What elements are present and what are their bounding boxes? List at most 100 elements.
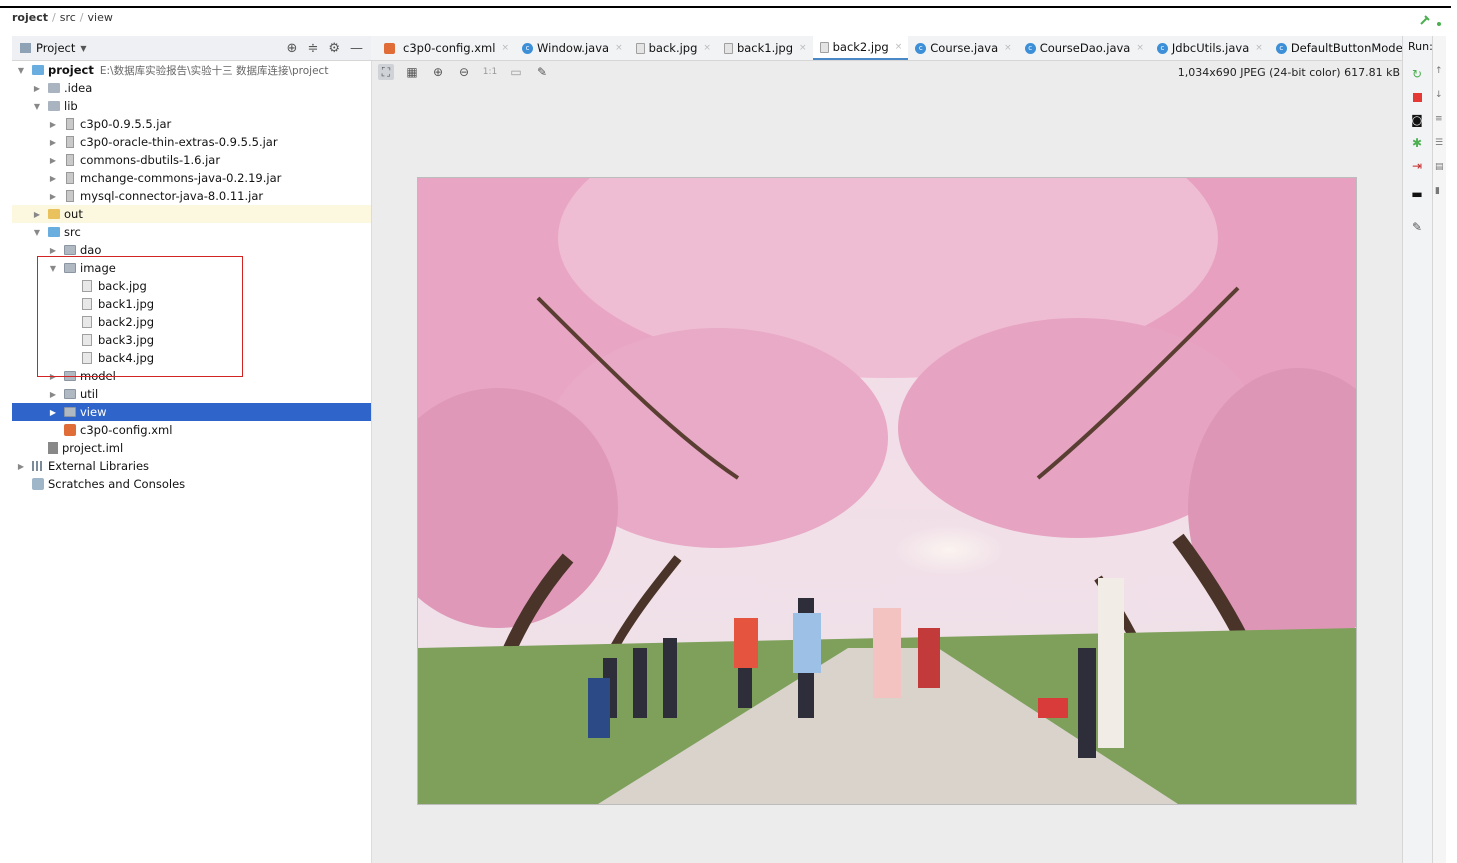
- close-icon[interactable]: ×: [501, 43, 509, 53]
- tree-item-label: c3p0-oracle-thin-extras-0.9.5.5.jar: [80, 135, 278, 149]
- editor-tab[interactable]: c CourseDao.java ×: [1018, 36, 1150, 60]
- close-icon[interactable]: ×: [895, 42, 903, 52]
- tree-item-label: Scratches and Consoles: [48, 477, 186, 491]
- class-icon: c: [1024, 42, 1036, 54]
- chevron-right-icon[interactable]: ▶: [48, 192, 58, 201]
- run-panel: Run: ↻ ◙ ✱ ⇥ ▬ ✎: [1402, 36, 1433, 863]
- tree-item-label: view: [80, 405, 107, 419]
- layout-icon[interactable]: ▬: [1409, 186, 1425, 202]
- up-arrow-icon[interactable]: ↑: [1435, 66, 1444, 76]
- gear-icon[interactable]: ⚙: [328, 41, 340, 56]
- project-tree[interactable]: ▼ project E:\数据库实验报告\实验十三 数据库连接\project ▶ .i…: [12, 61, 372, 863]
- tree-item-label: External Libraries: [48, 459, 150, 473]
- tree-item[interactable]: ▶ mchange-commons-java-0.2.19.jar: [12, 169, 371, 187]
- chevron-right-icon[interactable]: ▶: [48, 408, 58, 417]
- class-icon: c: [915, 42, 927, 54]
- tree-item[interactable]: ▼ project E:\数据库实验报告\实验十三 数据库连接\project: [12, 61, 371, 79]
- print-icon[interactable]: ▤: [1435, 162, 1444, 172]
- annotation-box: [37, 256, 243, 377]
- chevron-right-icon[interactable]: ▶: [16, 462, 26, 471]
- tree-item[interactable]: ▶ view: [12, 403, 371, 421]
- editor-tab[interactable]: back2.jpg ×: [812, 36, 909, 60]
- editor-tab[interactable]: back1.jpg ×: [717, 36, 813, 60]
- editor-tab[interactable]: c JdbcUtils.java ×: [1150, 36, 1269, 60]
- trash-icon[interactable]: ▮: [1435, 186, 1444, 196]
- tree-item[interactable]: ▶ .idea: [12, 79, 371, 97]
- chevron-right-icon[interactable]: ▶: [32, 210, 42, 219]
- exit-icon[interactable]: ⇥: [1409, 158, 1425, 174]
- image-file-icon: [635, 42, 645, 54]
- close-icon[interactable]: ×: [799, 43, 807, 53]
- editor-tab[interactable]: back.jpg ×: [629, 36, 717, 60]
- jar-icon: [66, 154, 74, 166]
- fit-zoom-icon[interactable]: ▭: [508, 64, 524, 80]
- editor-tab[interactable]: c DefaultButtonModel: [1269, 36, 1402, 60]
- camera-icon[interactable]: ◙: [1409, 112, 1425, 128]
- tree-item[interactable]: ▶ util: [12, 385, 371, 403]
- debug-icon[interactable]: ✱: [1409, 135, 1425, 151]
- chevron-right-icon[interactable]: ▶: [48, 120, 58, 129]
- chevron-down-icon[interactable]: ▼: [32, 102, 42, 111]
- chevron-right-icon[interactable]: ▶: [48, 138, 58, 147]
- zoom-in-icon[interactable]: ⊕: [430, 64, 446, 80]
- tree-item[interactable]: ▶ commons-dbutils-1.6.jar: [12, 151, 371, 169]
- hammer-icon[interactable]: [1417, 10, 1443, 28]
- tree-item[interactable]: ▶ mysql-connector-java-8.0.11.jar: [12, 187, 371, 205]
- tree-item[interactable]: ▶ out: [12, 205, 371, 223]
- stop-icon[interactable]: [1409, 89, 1425, 105]
- tree-item[interactable]: c3p0-config.xml: [12, 421, 371, 439]
- project-view-selector[interactable]: Project ▼: [20, 41, 87, 55]
- chevron-right-icon[interactable]: ▶: [48, 390, 58, 399]
- editor-tab[interactable]: c Course.java ×: [908, 36, 1017, 60]
- chevron-down-icon[interactable]: ▼: [16, 66, 26, 75]
- chevron-down-icon: ▼: [80, 43, 87, 53]
- tree-item-label: project.iml: [62, 441, 124, 455]
- wrap-icon[interactable]: ≡: [1435, 114, 1444, 124]
- fit-window-icon[interactable]: ⛶: [378, 64, 394, 80]
- chevron-right-icon[interactable]: ▶: [32, 84, 42, 93]
- zoom-out-icon[interactable]: ⊖: [456, 64, 472, 80]
- close-icon[interactable]: ×: [1136, 43, 1144, 53]
- down-arrow-icon[interactable]: ↓: [1435, 90, 1444, 100]
- actual-size-button[interactable]: 1:1: [482, 64, 498, 80]
- breadcrumb-src[interactable]: src: [60, 11, 76, 24]
- tree-item-label: commons-dbutils-1.6.jar: [80, 153, 221, 167]
- tree-item[interactable]: ▶ External Libraries: [12, 457, 371, 475]
- project-path: E:\数据库实验报告\实验十三 数据库连接\project: [99, 64, 329, 77]
- locate-icon[interactable]: ⊕: [287, 41, 298, 56]
- editor-tab[interactable]: c3p0-config.xml ×: [371, 36, 515, 60]
- tree-item[interactable]: project.iml: [12, 439, 371, 457]
- tree-item[interactable]: ▼ lib: [12, 97, 371, 115]
- hide-icon[interactable]: —: [350, 41, 363, 56]
- breadcrumb-project[interactable]: roject: [12, 11, 48, 24]
- chevron-right-icon[interactable]: ▶: [48, 246, 58, 255]
- jar-icon: [66, 136, 74, 148]
- close-icon[interactable]: ×: [1255, 43, 1263, 53]
- tree-item[interactable]: Scratches and Consoles: [12, 475, 371, 493]
- tree-item[interactable]: ▼ src: [12, 223, 371, 241]
- color-picker-icon[interactable]: ✎: [534, 64, 550, 80]
- chevron-right-icon[interactable]: ▶: [48, 174, 58, 183]
- package-icon: [64, 245, 76, 255]
- pin-icon[interactable]: ✎: [1409, 219, 1425, 235]
- close-icon[interactable]: ×: [615, 43, 623, 53]
- image-file-icon: [819, 41, 829, 53]
- run-label: Run:: [1408, 40, 1433, 53]
- run-side-toolbar: ↑ ↓ ≡ ☰ ▤ ▮: [1432, 36, 1446, 863]
- tab-label: back.jpg: [648, 41, 698, 55]
- tree-item[interactable]: ▶ c3p0-0.9.5.5.jar: [12, 115, 371, 133]
- grid-icon[interactable]: ▦: [404, 64, 420, 80]
- close-icon[interactable]: ×: [1004, 43, 1012, 53]
- chevron-right-icon[interactable]: ▶: [48, 156, 58, 165]
- editor-tab[interactable]: c Window.java ×: [515, 36, 629, 60]
- scroll-end-icon[interactable]: ☰: [1435, 138, 1444, 148]
- tree-item-label: dao: [80, 243, 102, 257]
- image-info: 1,034x690 JPEG (24-bit color) 617.81 kB: [1177, 66, 1400, 79]
- chevron-down-icon[interactable]: ▼: [32, 228, 42, 237]
- close-icon[interactable]: ×: [703, 43, 711, 53]
- tree-item[interactable]: ▶ c3p0-oracle-thin-extras-0.9.5.5.jar: [12, 133, 371, 151]
- collapse-all-icon[interactable]: ≑: [307, 41, 318, 56]
- rerun-icon[interactable]: ↻: [1409, 66, 1425, 82]
- breadcrumb-view[interactable]: view: [88, 11, 113, 24]
- breadcrumb-tools[interactable]: [1417, 10, 1443, 28]
